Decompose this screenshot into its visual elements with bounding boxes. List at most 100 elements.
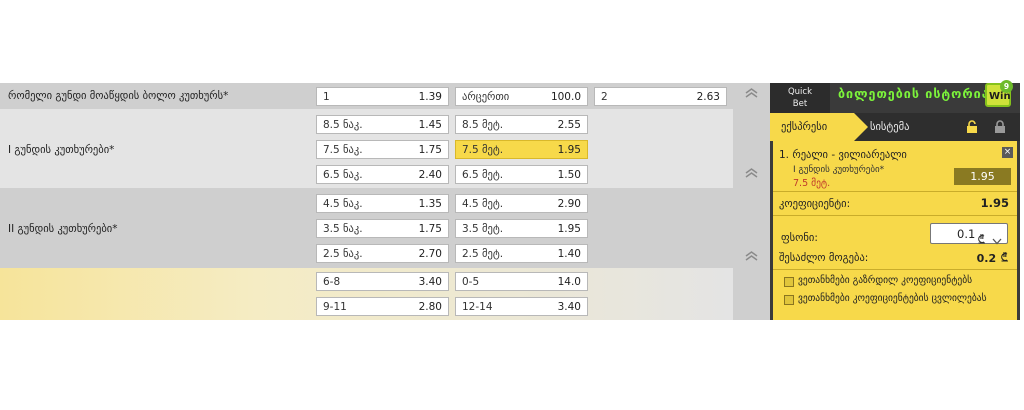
market-label: რომელი გუნდი მოაწყდის ბოლო კუთხურს* [8,90,229,102]
win-button[interactable]: Win 9 [985,80,1013,107]
odd-button[interactable]: 3.5 მეტ. 1.95 [455,219,588,238]
odd-label: 2 [601,91,608,103]
lari-currency-icon [1001,252,1008,262]
odd-button[interactable]: 1 1.39 [316,87,449,106]
betslip-tabs: ექსპრესი სისტემა [770,113,1020,141]
odd-button[interactable]: 12-14 3.40 [455,297,588,316]
tab-express[interactable]: ექსპრესი [770,113,868,141]
stake-value: 0.1 [957,227,976,241]
odd-value: 3.40 [418,276,442,288]
tab-system[interactable]: სისტემა [870,113,909,141]
odd-value: 2.40 [418,169,442,181]
accept-higher-odds-label: ვეთანხმები გაზრდილ კოეფიციენტებს [798,275,973,286]
unlock-icon[interactable] [966,119,978,138]
odd-button[interactable]: 8.5 ნაკ. 1.45 [316,115,449,134]
odd-button[interactable]: 7.5 ნაკ. 1.75 [316,140,449,159]
odd-value: 1.75 [418,144,442,156]
divider [773,269,1017,270]
accept-higher-odds-checkbox[interactable] [784,277,794,287]
possible-win-label: შესაძლო მოგება: [779,252,869,264]
coefficient-value: 1.95 [980,196,1009,210]
accept-odds-change-label: ვეთანხმები კოეფიციენტების ცვლილებას [798,293,987,304]
market-label: I გუნდის კუთხურები* [8,144,115,156]
odd-button[interactable]: 8.5 მეტ. 2.55 [455,115,588,134]
bet-history-link[interactable]: ბილეთების ისტორია [838,86,990,101]
odd-value: 2.90 [557,198,581,210]
odd-label: 4.5 ნაკ. [323,198,363,210]
accept-odds-change-checkbox[interactable] [784,295,794,305]
odd-label: არცერთი [462,91,510,103]
lock-icon[interactable] [994,119,1006,138]
odd-label: 2.5 მეტ. [462,248,504,260]
odd-value: 2.55 [557,119,581,131]
chevron-up-icon[interactable] [744,88,759,98]
odd-button[interactable]: 2.5 ნაკ. 2.70 [316,244,449,263]
odd-value: 2.80 [418,301,442,313]
odd-button[interactable]: 2.5 მეტ. 1.40 [455,244,588,263]
odd-label: 6.5 მეტ. [462,169,504,181]
selection-pick: 7.5 მეტ. [793,178,831,189]
lari-currency-icon [977,229,986,248]
odd-value: 1.50 [557,169,581,181]
possible-win-amount: 0.2 [976,252,997,265]
sportsbook-page: რომელი გუნდი მოაწყდის ბოლო კუთხურს* 1 1.… [0,0,1024,410]
odd-label: 8.5 ნაკ. [323,119,363,131]
quick-bet-button[interactable]: Quick Bet [770,83,830,113]
quick-bet-label-1: Quick [787,87,813,97]
market-label: II გუნდის კუთხურები* [8,223,118,235]
odd-label: 4.5 მეტ. [462,198,504,210]
odd-value: 3.40 [557,301,581,313]
odd-label: 6-8 [323,276,341,288]
odd-value: 2.63 [696,91,720,103]
market-row-team2-corners: II გუნდის კუთხურები* 4.5 ნაკ. 1.35 4.5 მ… [0,188,733,268]
odd-value: 1.40 [557,248,581,260]
odd-value: 1.39 [418,91,442,103]
odd-label: 1 [323,91,330,103]
odd-button[interactable]: 6.5 მეტ. 1.50 [455,165,588,184]
selection-market: I გუნდის კუთხურები* [793,165,885,175]
odd-value: 1.35 [418,198,442,210]
odd-button[interactable]: 2 2.63 [594,87,727,106]
odd-button[interactable]: 9-11 2.80 [316,297,449,316]
selection-odd: 1.95 [954,168,1011,185]
chevron-up-icon[interactable] [744,168,759,178]
odd-label: 7.5 მეტ. [462,144,504,156]
odd-label: 3.5 ნაკ. [323,223,363,235]
odd-label: 7.5 ნაკ. [323,144,363,156]
odd-label: 9-11 [323,301,347,313]
odd-value: 2.70 [418,248,442,260]
odd-button[interactable]: 0-5 14.0 [455,272,588,291]
close-icon[interactable]: × [1002,147,1013,158]
stake-input[interactable]: 0.1 [930,223,1008,245]
odd-label: 0-5 [462,276,480,288]
selection-event: 1. რეალი - ვილიარეალი [779,149,907,161]
odd-label: 2.5 ნაკ. [323,248,363,260]
odd-value: 100.0 [550,91,581,103]
market-row-corner-ranges: 6-8 3.40 0-5 14.0 9-11 2.80 12-14 3.40 [0,268,733,320]
odd-value: 1.95 [557,144,581,156]
stake-label: ფსონი: [781,232,818,244]
market-row-last-corner: რომელი გუნდი მოაწყდის ბოლო კუთხურს* 1 1.… [0,83,733,109]
odd-value: 1.95 [557,223,581,235]
chevron-up-icon[interactable] [744,251,759,261]
coefficient-label: კოეფიციენტი: [779,198,851,210]
possible-win-value: 0.2 [977,251,1009,265]
odd-label: 8.5 მეტ. [462,119,504,131]
odd-label: 6.5 ნაკ. [323,169,363,181]
divider [773,191,1017,192]
odd-button[interactable]: 6-8 3.40 [316,272,449,291]
win-badge: 9 [1000,80,1013,93]
odd-value: 1.45 [418,119,442,131]
quick-bet-label-2: Bet [792,99,808,109]
chevron-down-icon[interactable] [992,230,1002,249]
odd-label: 12-14 [462,301,493,313]
odd-button[interactable]: არცერთი 100.0 [455,87,588,106]
odd-button[interactable]: 6.5 ნაკ. 2.40 [316,165,449,184]
odd-button[interactable]: 4.5 ნაკ. 1.35 [316,194,449,213]
odd-button-selected[interactable]: 7.5 მეტ. 1.95 [455,140,588,159]
odd-label: 3.5 მეტ. [462,223,504,235]
odd-button[interactable]: 3.5 ნაკ. 1.75 [316,219,449,238]
betslip-panel: Quick Bet ბილეთების ისტორია Win 9 ექსპრე… [770,80,1020,320]
collapse-column [733,83,770,320]
odd-button[interactable]: 4.5 მეტ. 2.90 [455,194,588,213]
